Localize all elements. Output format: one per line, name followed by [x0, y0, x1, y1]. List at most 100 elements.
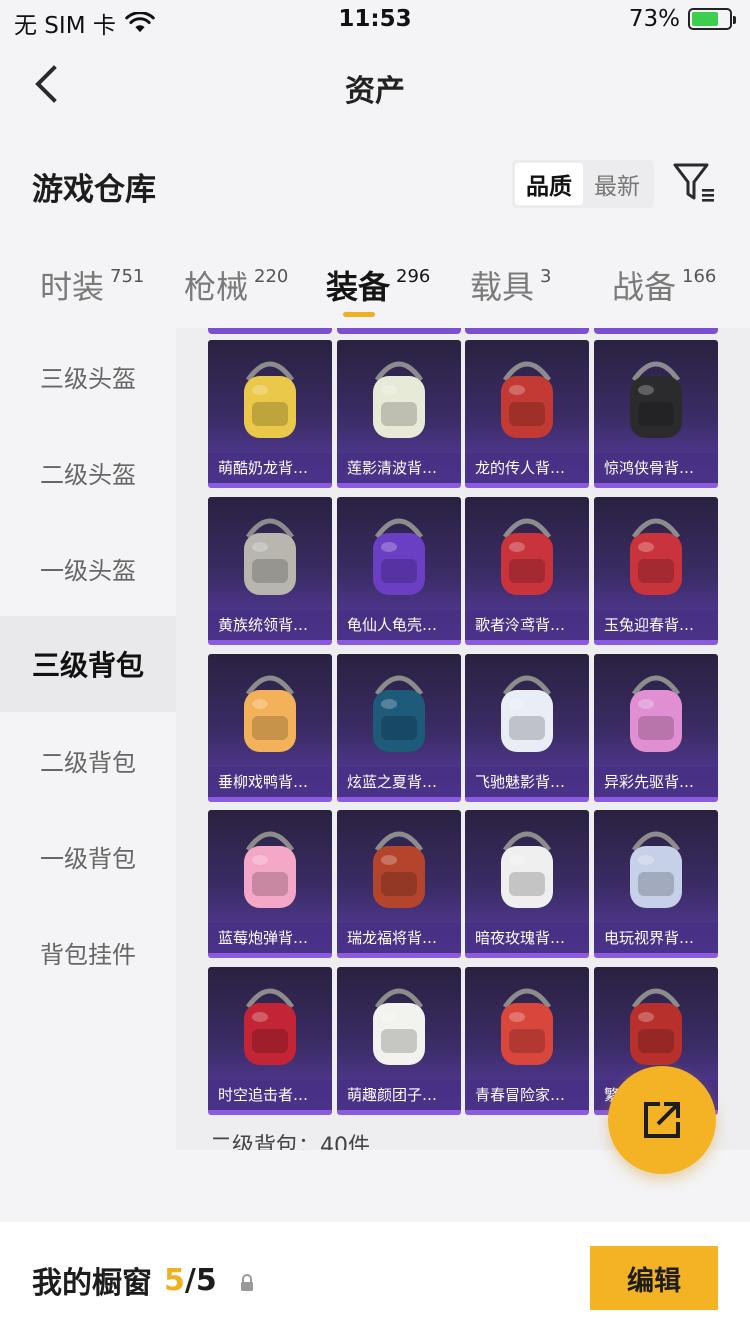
item-grid: 萌酷奶龙背… 莲影清波背… 龙的传人背… 惊鸿侠骨背… 黄族统领背… 龟仙人龟壳… 歌者泠鸢…	[176, 328, 750, 1150]
tab-equipment[interactable]: 装备 296	[326, 262, 430, 308]
battery-icon	[688, 8, 736, 30]
tab-count: 3	[540, 266, 552, 287]
battery-fill	[692, 12, 719, 26]
item-name: 电玩视界背…	[594, 923, 718, 953]
filter-icon[interactable]	[672, 160, 718, 206]
item-name: 暗夜玫瑰背…	[465, 923, 589, 953]
battery-percent: 73%	[628, 6, 680, 32]
item-name: 瑞龙福将背…	[337, 923, 461, 953]
showcase-label: 我的橱窗	[32, 1266, 152, 1301]
active-tab-indicator	[343, 312, 375, 317]
item-name: 萌酷奶龙背…	[208, 453, 332, 483]
item-card[interactable]: 垂柳戏鸭背…	[208, 654, 332, 802]
item-card[interactable]: 飞驰魅影背…	[465, 654, 589, 802]
item-name: 龙的传人背…	[465, 453, 589, 483]
sidebar-item-backpack-charm[interactable]: 背包挂件	[0, 904, 176, 1000]
item-name: 萌趣颜团子…	[337, 1080, 461, 1110]
item-name: 蓝莓炮弹背…	[208, 923, 332, 953]
item-card[interactable]: 龙的传人背…	[465, 340, 589, 488]
item-card[interactable]: 时空追击者…	[208, 967, 332, 1115]
tab-count: 220	[254, 266, 289, 287]
tab-label: 枪械	[184, 268, 249, 306]
chevron-left-icon[interactable]	[30, 62, 70, 106]
backpack-icon	[630, 518, 682, 595]
tab-label: 装备	[326, 268, 391, 306]
section-count-label: 二级背包：40件	[210, 1134, 370, 1150]
item-card[interactable]: 电玩视界背…	[594, 810, 718, 958]
sidebar-item-backpack-lv1[interactable]: 一级背包	[0, 808, 176, 904]
card-edge	[337, 328, 461, 334]
item-card[interactable]: 惊鸿侠骨背…	[594, 340, 718, 488]
card-edge	[465, 328, 589, 334]
sidebar-item-helmet-lv2[interactable]: 二级头盔	[0, 424, 176, 520]
tab-fashion[interactable]: 时装 751	[40, 262, 144, 308]
tab-count: 751	[110, 266, 145, 287]
edit-button[interactable]: 编辑	[590, 1246, 718, 1310]
sort-option-newest[interactable]: 最新	[583, 163, 651, 205]
backpack-icon	[373, 361, 425, 438]
wifi-icon	[125, 12, 155, 33]
item-card[interactable]: 暗夜玫瑰背…	[465, 810, 589, 958]
lock-icon	[240, 1274, 253, 1291]
tab-label: 载具	[470, 268, 535, 306]
backpack-icon	[373, 675, 425, 752]
item-card[interactable]: 异彩先驱背…	[594, 654, 718, 802]
carrier-label: 无 SIM 卡	[14, 13, 116, 39]
assets-page: 无 SIM 卡 11:53 73% 资产 游戏仓库 品质 最新 时装 751 枪…	[0, 0, 750, 1334]
backpack-icon	[244, 518, 296, 595]
item-card[interactable]: 玉兔迎春背…	[594, 497, 718, 645]
subcategory-sidebar: 三级头盔 二级头盔 一级头盔 三级背包 二级背包 一级背包 背包挂件	[0, 328, 176, 1188]
item-name: 歌者泠鸢背…	[465, 610, 589, 640]
sidebar-item-backpack-lv2[interactable]: 二级背包	[0, 712, 176, 808]
item-card[interactable]: 萌酷奶龙背…	[208, 340, 332, 488]
showcase-total: /5	[184, 1262, 217, 1298]
share-button[interactable]	[608, 1066, 716, 1174]
tab-label: 战备	[612, 268, 677, 306]
backpack-icon	[244, 361, 296, 438]
item-name: 垂柳戏鸭背…	[208, 767, 332, 797]
backpack-icon	[630, 361, 682, 438]
item-card[interactable]: 莲影清波背…	[337, 340, 461, 488]
item-card[interactable]: 蓝莓炮弹背…	[208, 810, 332, 958]
backpack-icon	[501, 361, 553, 438]
sidebar-item-helmet-lv3[interactable]: 三级头盔	[0, 328, 176, 424]
backpack-icon	[630, 831, 682, 908]
item-name: 玉兔迎春背…	[594, 610, 718, 640]
backpack-icon	[373, 988, 425, 1065]
item-card[interactable]: 瑞龙福将背…	[337, 810, 461, 958]
showcase-used-count: 5	[164, 1262, 185, 1298]
backpack-icon	[501, 518, 553, 595]
category-tabs: 时装 751 枪械 220 装备 296 载具 3 战备 166	[0, 250, 750, 330]
tab-count: 166	[682, 266, 717, 287]
sidebar-item-helmet-lv1[interactable]: 一级头盔	[0, 520, 176, 616]
tab-vehicles[interactable]: 载具 3	[470, 262, 551, 308]
item-card[interactable]: 青春冒险家…	[465, 967, 589, 1115]
tab-label: 时装	[40, 268, 105, 306]
backpack-icon	[373, 831, 425, 908]
status-bar: 无 SIM 卡 11:53 73%	[0, 0, 750, 40]
card-edge	[208, 328, 332, 334]
nav-bar: 资产	[0, 44, 750, 124]
share-icon	[644, 1102, 680, 1138]
item-name: 惊鸿侠骨背…	[594, 453, 718, 483]
tab-combat-gear[interactable]: 战备 166	[612, 262, 716, 308]
backpack-icon	[501, 675, 553, 752]
item-name: 异彩先驱背…	[594, 767, 718, 797]
sort-toggle: 品质 最新	[512, 160, 654, 208]
item-card[interactable]: 龟仙人龟壳…	[337, 497, 461, 645]
sidebar-item-backpack-lv3[interactable]: 三级背包	[0, 616, 176, 712]
item-card[interactable]: 歌者泠鸢背…	[465, 497, 589, 645]
item-card[interactable]: 炫蓝之夏背…	[337, 654, 461, 802]
item-name: 黄族统领背…	[208, 610, 332, 640]
tab-firearms[interactable]: 枪械 220	[184, 262, 288, 308]
item-name: 莲影清波背…	[337, 453, 461, 483]
item-card[interactable]: 萌趣颜团子…	[337, 967, 461, 1115]
backpack-icon	[373, 518, 425, 595]
sort-option-quality[interactable]: 品质	[515, 163, 583, 205]
backpack-icon	[244, 988, 296, 1065]
item-card[interactable]: 黄族统领背…	[208, 497, 332, 645]
tab-count: 296	[396, 266, 431, 287]
card-edge	[594, 328, 718, 334]
section-title: 游戏仓库	[32, 172, 156, 208]
item-name: 飞驰魅影背…	[465, 767, 589, 797]
